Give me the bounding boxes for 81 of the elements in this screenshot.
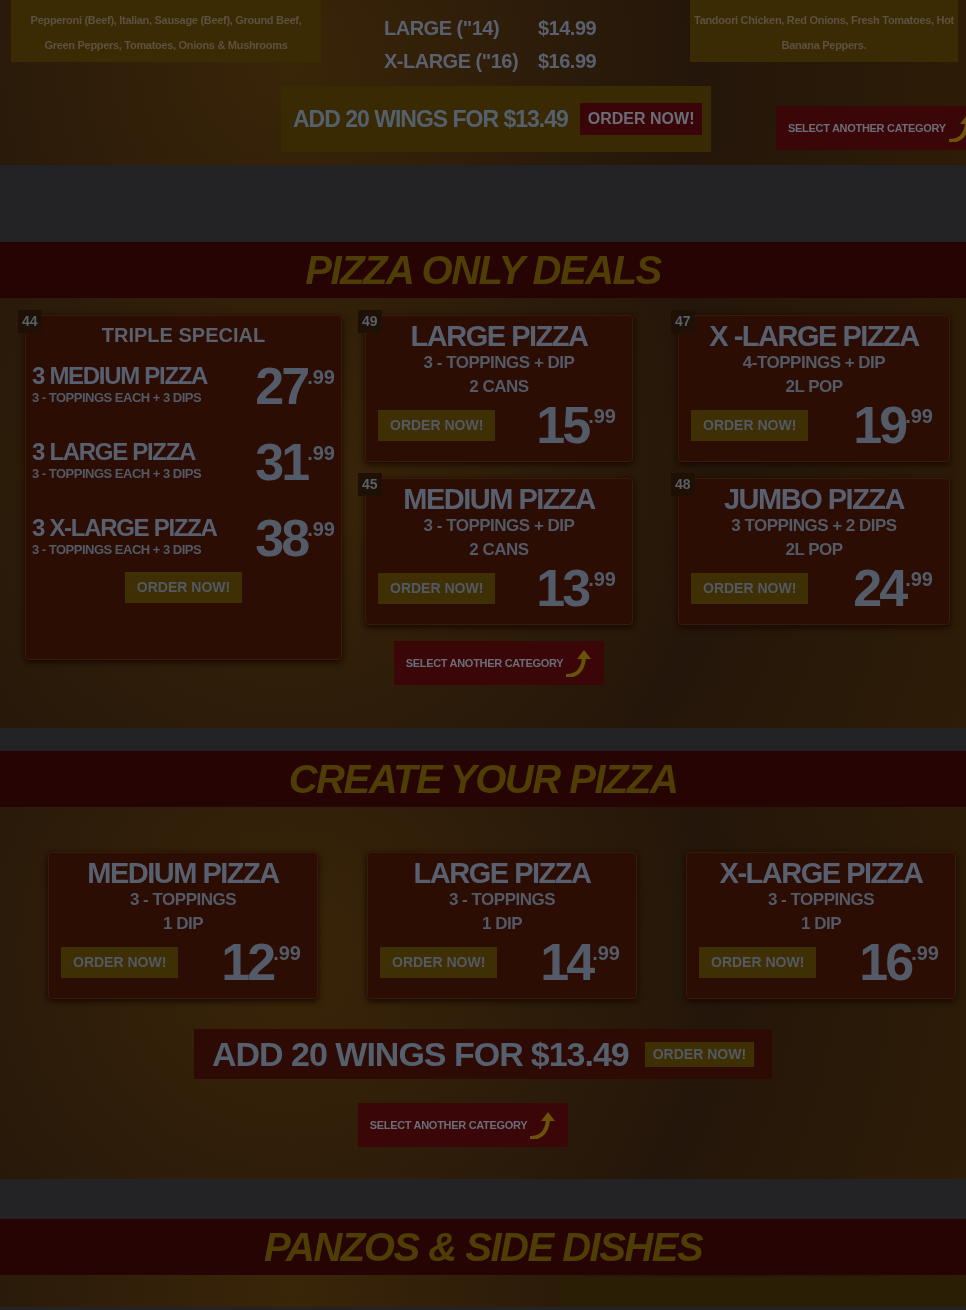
deal-name: JUMBO PIZZA <box>722 485 906 514</box>
curved-arrow-icon <box>565 649 593 677</box>
order-now-button[interactable]: ORDER NOW! <box>378 572 496 604</box>
price: 31 <box>255 436 308 488</box>
curved-arrow-icon <box>529 1111 557 1139</box>
order-now-button[interactable]: ORDER NOW! <box>378 409 496 441</box>
order-now-button[interactable]: ORDER NOW! <box>691 409 809 441</box>
order-now-button[interactable]: ORDER NOW! <box>644 1041 755 1067</box>
deal-name: 3 MEDIUM PIZZA <box>32 364 208 389</box>
price-cents: .99 <box>592 941 620 964</box>
section-title: PANZOS & SIDE DISHES <box>263 1224 703 1271</box>
price-cents: .99 <box>905 567 933 590</box>
price: 12 <box>221 936 274 988</box>
price-cents: .99 <box>905 404 933 427</box>
curved-arrow-icon <box>947 114 966 142</box>
wings-price: $13.49 <box>530 1033 629 1075</box>
price: 13 <box>536 562 589 614</box>
price: 19 <box>853 399 906 451</box>
deal-details: 4-TOPPINGS + DIP <box>741 352 887 374</box>
deal-details: 3 - TOPPINGS EACH + 3 DIPS <box>32 465 202 484</box>
deal-details: 3 - TOPPINGS <box>447 889 557 911</box>
deal-details: 2 CANS <box>468 376 530 398</box>
deal-name: MEDIUM PIZZA <box>402 485 597 514</box>
size-label: X-LARGE ("16) <box>384 49 520 74</box>
deal-details: 3 - TOPPINGS <box>766 889 876 911</box>
price-cents: .99 <box>911 941 939 964</box>
order-now-button[interactable]: ORDER NOW! <box>380 946 498 978</box>
order-now-button[interactable]: ORDER NOW! <box>691 572 809 604</box>
combo-description: Tandoori Chicken, Red Onions, Fresh Tomatoes, Hot Banana Peppers. <box>694 13 954 53</box>
item-number: 49 <box>358 310 382 333</box>
item-number: 47 <box>671 310 695 333</box>
combo-description: Pepperoni (Beef), Italian, Sausage (Beef), Ground Beef, Green Peppers, Tomatoes, Onions & Mushrooms <box>29 13 303 53</box>
section-title: CREATE YOUR PIZZA <box>288 756 678 803</box>
size-price: $14.99 <box>538 16 597 41</box>
deal-details: 3 - TOPPINGS <box>128 889 238 911</box>
price-cents: .99 <box>307 441 335 464</box>
order-now-button[interactable]: ORDER NOW! <box>699 946 817 978</box>
deal-name: 3 LARGE PIZZA <box>32 440 197 465</box>
size-label: LARGE ("14) <box>384 16 501 41</box>
deal-name: 3 X-LARGE PIZZA <box>32 516 217 541</box>
item-number: 44 <box>18 310 42 333</box>
deal-name: LARGE PIZZA <box>409 322 589 351</box>
select-category-button[interactable]: SELECT ANOTHER CATEGORY <box>357 1103 569 1147</box>
wings-offer-text: ADD 20 WINGS FOR <box>211 1033 523 1075</box>
deal-title: TRIPLE SPECIAL <box>100 323 267 348</box>
deal-name: X-LARGE PIZZA <box>718 859 924 888</box>
deal-details: 2L POP <box>784 539 844 561</box>
deal-name: X -LARGE PIZZA <box>708 322 921 351</box>
deal-details: 3 - TOPPINGS + DIP <box>422 515 576 537</box>
deal-details: 1 DIP <box>481 913 523 935</box>
order-now-button[interactable]: ORDER NOW! <box>124 572 243 603</box>
price: 14 <box>540 936 593 988</box>
order-now-button[interactable]: ORDER NOW! <box>579 103 703 135</box>
deal-name: MEDIUM PIZZA <box>86 859 281 888</box>
item-number: 48 <box>671 473 695 496</box>
price-cents: .99 <box>588 567 616 590</box>
wings-offer-text: ADD 20 WINGS FOR $13.49 <box>293 104 568 134</box>
deal-details: 2 CANS <box>468 539 530 561</box>
price: 16 <box>859 936 912 988</box>
deal-name: LARGE PIZZA <box>412 859 592 888</box>
deal-details: 3 - TOPPINGS EACH + 3 DIPS <box>32 541 203 560</box>
size-price: $16.99 <box>538 49 597 74</box>
deal-details: 3 - TOPPINGS EACH + 3 DIPS <box>32 389 203 408</box>
price: 15 <box>536 399 589 451</box>
deal-details: 3 TOPPINGS + 2 DIPS <box>730 515 898 537</box>
select-category-button[interactable]: SELECT ANOTHER CATEGORY <box>776 106 966 150</box>
price-cents: .99 <box>273 941 301 964</box>
price-cents: .99 <box>588 404 616 427</box>
deal-details: 1 DIP <box>800 913 842 935</box>
deal-details: 2L POP <box>784 376 844 398</box>
price-cents: .99 <box>307 517 335 540</box>
deal-details: 1 DIP <box>162 913 204 935</box>
item-number: 45 <box>358 473 382 496</box>
select-category-button[interactable]: SELECT ANOTHER CATEGORY <box>393 641 605 685</box>
price-cents: .99 <box>307 365 335 388</box>
price: 27 <box>255 360 308 412</box>
section-title: PIZZA ONLY DEALS <box>305 247 661 294</box>
price: 38 <box>255 512 308 564</box>
deal-details: 3 - TOPPINGS + DIP <box>422 352 576 374</box>
price: 24 <box>853 562 906 614</box>
order-now-button[interactable]: ORDER NOW! <box>61 946 179 978</box>
